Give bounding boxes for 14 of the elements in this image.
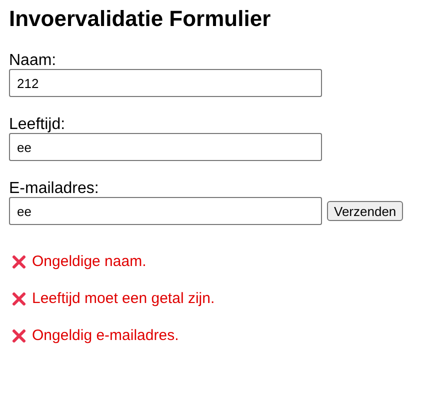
error-icon [12,255,26,269]
submit-button[interactable]: Verzenden [327,201,404,221]
field-label: Naam: [9,52,56,69]
input-field[interactable]: ee [9,133,322,161]
input-field[interactable]: ee [9,197,322,225]
error-icon [12,329,26,343]
field-label: Leeftijd: [9,116,66,133]
error-message: Leeftijd moet een getal zijn. [32,290,215,308]
error-icon [12,292,26,306]
page-title: Invoervalidatie Formulier [9,5,271,33]
error-message: Ongeldig e-mailadres. [32,327,179,345]
field-label: E-mailadres: [9,180,99,197]
input-field[interactable]: 212 [9,69,322,97]
error-message: Ongeldige naam. [32,253,146,271]
